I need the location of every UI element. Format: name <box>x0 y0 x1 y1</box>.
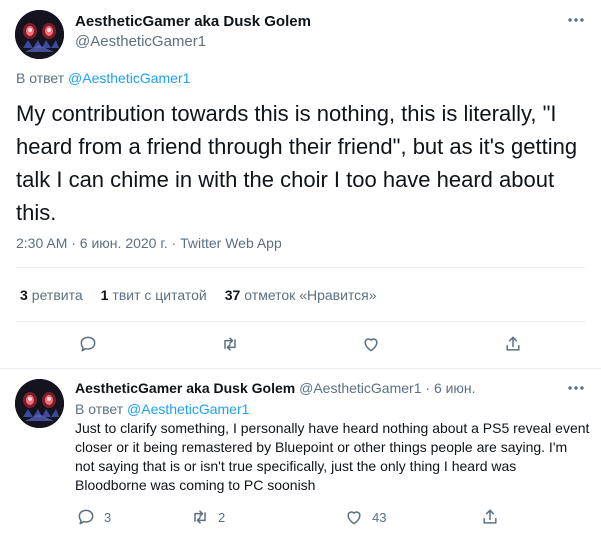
avatar[interactable] <box>15 10 64 59</box>
reply-to-link[interactable]: @AestheticGamer1 <box>127 401 249 417</box>
separator-dot: · <box>425 380 431 396</box>
main-tweet: AestheticGamer aka Dusk Golem @Aesthetic… <box>0 0 601 369</box>
share-icon[interactable] <box>479 506 501 528</box>
tweet-date[interactable]: 6 июн. <box>434 380 476 396</box>
engagement-stats: 3 ретвита 1 твит с цитатой 37 отметок «Нрав… <box>20 287 377 303</box>
retweets-count: 3 <box>20 287 28 303</box>
display-name[interactable]: AestheticGamer aka Dusk Golem <box>75 13 311 30</box>
like-icon[interactable] <box>343 506 365 528</box>
tweet-meta: 2:30 AM · 6 июн. 2020 г. · Twitter Web A… <box>16 235 282 251</box>
divider <box>16 321 585 322</box>
like-count: 43 <box>372 510 387 525</box>
retweet-icon[interactable] <box>189 506 211 528</box>
reply-prefix: В ответ <box>75 401 124 417</box>
reply-count: 3 <box>104 510 112 525</box>
reply-to-link[interactable]: @AestheticGamer1 <box>68 70 190 86</box>
reply-prefix: В ответ <box>16 70 65 86</box>
reply-icon[interactable] <box>77 333 99 355</box>
retweet-count: 2 <box>218 510 226 525</box>
display-name[interactable]: AestheticGamer aka Dusk Golem <box>75 380 295 396</box>
likes-stat[interactable]: 37 отметок «Нравится» <box>225 287 377 303</box>
replying-to: В ответ @AestheticGamer1 <box>16 70 190 86</box>
retweets-stat[interactable]: 3 ретвита <box>20 287 83 303</box>
share-icon[interactable] <box>502 333 524 355</box>
user-handle[interactable]: @AestheticGamer1 <box>299 380 421 396</box>
like-icon[interactable] <box>360 333 382 355</box>
avatar[interactable] <box>15 379 64 428</box>
tweet-text: My contribution towards this is nothing,… <box>16 101 578 225</box>
likes-count: 37 <box>224 287 241 303</box>
tweet-text: Just to clarify something, I personally … <box>75 420 590 493</box>
quotes-stat[interactable]: 1 твит с цитатой <box>101 287 207 303</box>
reply-header: AestheticGamer aka Dusk Golem @Aesthetic… <box>75 380 476 396</box>
more-dots-icon[interactable] <box>564 376 588 400</box>
source-link[interactable]: Twitter Web App <box>180 235 282 251</box>
quotes-count: 1 <box>100 287 109 303</box>
likes-label: отметок «Нравится» <box>244 287 377 303</box>
retweets-label: ретвита <box>31 287 83 303</box>
retweet-icon[interactable] <box>219 333 241 355</box>
reply-icon[interactable] <box>75 506 97 528</box>
quotes-label: твит с цитатой <box>112 287 207 303</box>
user-handle[interactable]: @AestheticGamer1 <box>75 33 206 50</box>
timestamp[interactable]: 2:30 AM · 6 июн. 2020 г. · <box>16 235 180 251</box>
divider <box>16 267 585 268</box>
replying-to: В ответ @AestheticGamer1 <box>75 401 249 417</box>
more-dots-icon[interactable] <box>564 8 588 32</box>
